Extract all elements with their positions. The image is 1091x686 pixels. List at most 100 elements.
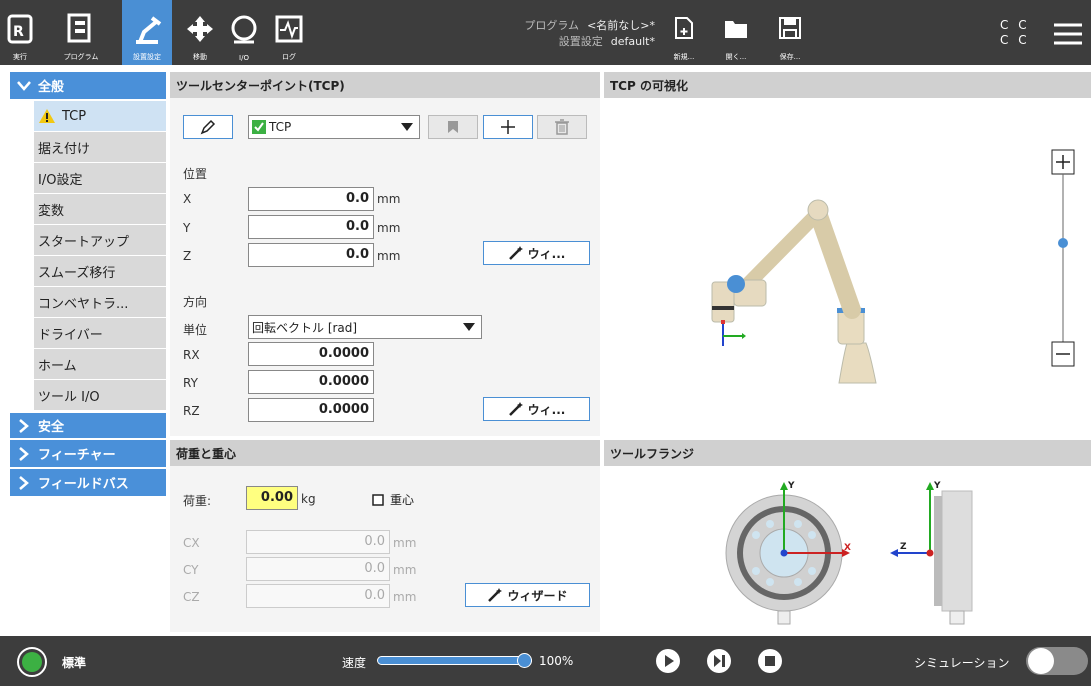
ry-field[interactable]: 0.0000 bbox=[248, 370, 374, 394]
cc-line-1: C C bbox=[1000, 18, 1030, 32]
sidebar-item-label: ホーム bbox=[38, 358, 77, 374]
orientation-wizard-button[interactable]: ウィ... bbox=[483, 397, 590, 421]
move-tab[interactable]: 移動 bbox=[180, 0, 220, 65]
cog-checkbox[interactable]: 重心 bbox=[372, 491, 414, 508]
rx-field[interactable]: 0.0000 bbox=[248, 342, 374, 366]
program-tab[interactable]: プログラム bbox=[40, 0, 122, 65]
io-icon bbox=[231, 15, 257, 44]
hamburger-menu-icon[interactable] bbox=[1052, 22, 1084, 46]
chevron-down-icon bbox=[17, 80, 31, 91]
z-field[interactable]: 0.0 bbox=[248, 243, 374, 267]
run-tab[interactable]: R 実行 bbox=[0, 0, 40, 65]
installation-name-label: 設置設定 bbox=[558, 35, 603, 48]
chevron-right-icon bbox=[19, 446, 29, 461]
save-label: 保存... bbox=[779, 53, 801, 61]
position-wizard-label: ウィ... bbox=[527, 246, 566, 261]
tcp-visualization-title: TCP の可視化 bbox=[604, 72, 1091, 98]
power-status-icon[interactable] bbox=[16, 646, 48, 678]
cy-unit: mm bbox=[393, 563, 417, 577]
program-icon bbox=[67, 13, 91, 43]
sidebar-item-smooth-transition[interactable]: スムーズ移行 bbox=[34, 256, 166, 287]
tcp-panel-title: ツールセンターポイント(TCP) bbox=[170, 72, 600, 98]
add-tcp-button[interactable] bbox=[483, 115, 533, 139]
rz-field[interactable]: 0.0000 bbox=[248, 398, 374, 422]
rx-label: RX bbox=[183, 348, 200, 362]
log-icon bbox=[275, 15, 303, 43]
robot-mode-label: 標準 bbox=[62, 656, 87, 670]
sidebar-item-label: TCP bbox=[62, 108, 87, 124]
flange-side-y-label: Y bbox=[933, 481, 941, 491]
orientation-unit-label: 単位 bbox=[183, 323, 208, 337]
move-label: 移動 bbox=[193, 53, 207, 61]
edit-tcp-button[interactable] bbox=[183, 115, 233, 139]
position-wizard-button[interactable]: ウィ... bbox=[483, 241, 590, 265]
sidebar-item-mounting[interactable]: 据え付け bbox=[34, 132, 166, 163]
log-tab[interactable]: ログ bbox=[268, 0, 310, 65]
sidebar-section-fieldbus-label: フィールドバス bbox=[38, 477, 129, 492]
new-button[interactable]: 新規... bbox=[666, 0, 702, 65]
tool-flange-title: ツールフランジ bbox=[604, 440, 1091, 466]
flange-z-label: Z bbox=[900, 542, 907, 552]
save-button[interactable]: 保存... bbox=[772, 0, 808, 65]
bookmark-button[interactable] bbox=[428, 115, 478, 139]
speed-slider-handle[interactable] bbox=[517, 653, 532, 668]
cog-label: 重心 bbox=[390, 493, 415, 507]
simulation-toggle-knob bbox=[1028, 648, 1054, 674]
sidebar-section-features-label: フィーチャー bbox=[38, 448, 116, 463]
orientation-wizard-label: ウィ... bbox=[527, 402, 566, 417]
robot-3d-view[interactable] bbox=[604, 98, 1091, 436]
warning-icon bbox=[39, 109, 55, 123]
open-label: 開く... bbox=[725, 53, 747, 61]
sidebar-item-tool-io[interactable]: ツール I/O bbox=[34, 380, 166, 411]
program-label: プログラム bbox=[63, 53, 99, 61]
sidebar-item-startup[interactable]: スタートアップ bbox=[34, 225, 166, 256]
orientation-unit-select[interactable]: 回転ベクトル [rad] bbox=[248, 315, 482, 339]
y-unit: mm bbox=[377, 221, 401, 235]
rz-label: RZ bbox=[183, 404, 200, 418]
y-field[interactable]: 0.0 bbox=[248, 215, 374, 239]
payload-wizard-button[interactable]: ウィザード bbox=[465, 583, 590, 607]
play-icon[interactable] bbox=[655, 648, 681, 674]
checkbox-checked-icon bbox=[252, 120, 266, 134]
sidebar-item-conveyor[interactable]: コンベヤトラ... bbox=[34, 287, 166, 318]
sidebar-item-variables[interactable]: 変数 bbox=[34, 194, 166, 225]
step-icon[interactable] bbox=[706, 648, 732, 674]
sidebar-item-screwdriver[interactable]: ドライバー bbox=[34, 318, 166, 349]
program-name-label: プログラム bbox=[524, 19, 580, 32]
log-label: ログ bbox=[282, 53, 296, 61]
cz-field[interactable]: 0.0 bbox=[246, 584, 390, 608]
sidebar-item-tcp[interactable]: TCP bbox=[34, 101, 166, 132]
sidebar-section-features[interactable]: フィーチャー bbox=[10, 440, 166, 469]
plus-icon bbox=[501, 120, 515, 134]
cx-unit: mm bbox=[393, 536, 417, 550]
orientation-unit-value: 回転ベクトル [rad] bbox=[252, 320, 358, 335]
delete-tcp-button[interactable] bbox=[537, 115, 587, 139]
io-tab[interactable]: I/O bbox=[222, 0, 266, 65]
simulation-toggle[interactable] bbox=[1026, 647, 1088, 675]
stop-icon[interactable] bbox=[757, 648, 783, 674]
installation-name-value: default* bbox=[610, 35, 655, 48]
folder-icon bbox=[725, 21, 747, 38]
sidebar-section-fieldbus[interactable]: フィールドバス bbox=[10, 469, 166, 498]
sidebar-section-general[interactable]: 全般 bbox=[10, 72, 166, 101]
sidebar-section-safety[interactable]: 安全 bbox=[10, 411, 166, 440]
payload-field[interactable]: 0.00 bbox=[246, 486, 298, 510]
z-unit: mm bbox=[377, 249, 401, 263]
tcp-select[interactable]: TCP bbox=[248, 115, 420, 139]
open-button[interactable]: 開く... bbox=[718, 0, 754, 65]
io-label: I/O bbox=[239, 54, 249, 62]
cy-label: CY bbox=[183, 563, 199, 577]
installation-tab[interactable]: 設置設定 bbox=[122, 0, 172, 65]
payload-panel-title: 荷重と重心 bbox=[170, 440, 600, 466]
cx-label: CX bbox=[183, 536, 200, 550]
cx-field[interactable]: 0.0 bbox=[246, 530, 390, 554]
cy-field[interactable]: 0.0 bbox=[246, 557, 390, 581]
speed-slider[interactable] bbox=[377, 653, 532, 668]
ur-logo-icon: R bbox=[7, 14, 33, 44]
sidebar-item-home[interactable]: ホーム bbox=[34, 349, 166, 380]
position-heading: 位置 bbox=[183, 167, 208, 181]
sidebar-item-io-setup[interactable]: I/O設定 bbox=[34, 163, 166, 194]
sidebar-section-general-label: 全般 bbox=[38, 80, 65, 95]
sidebar-item-label: ドライバー bbox=[38, 327, 103, 343]
x-field[interactable]: 0.0 bbox=[248, 187, 374, 211]
